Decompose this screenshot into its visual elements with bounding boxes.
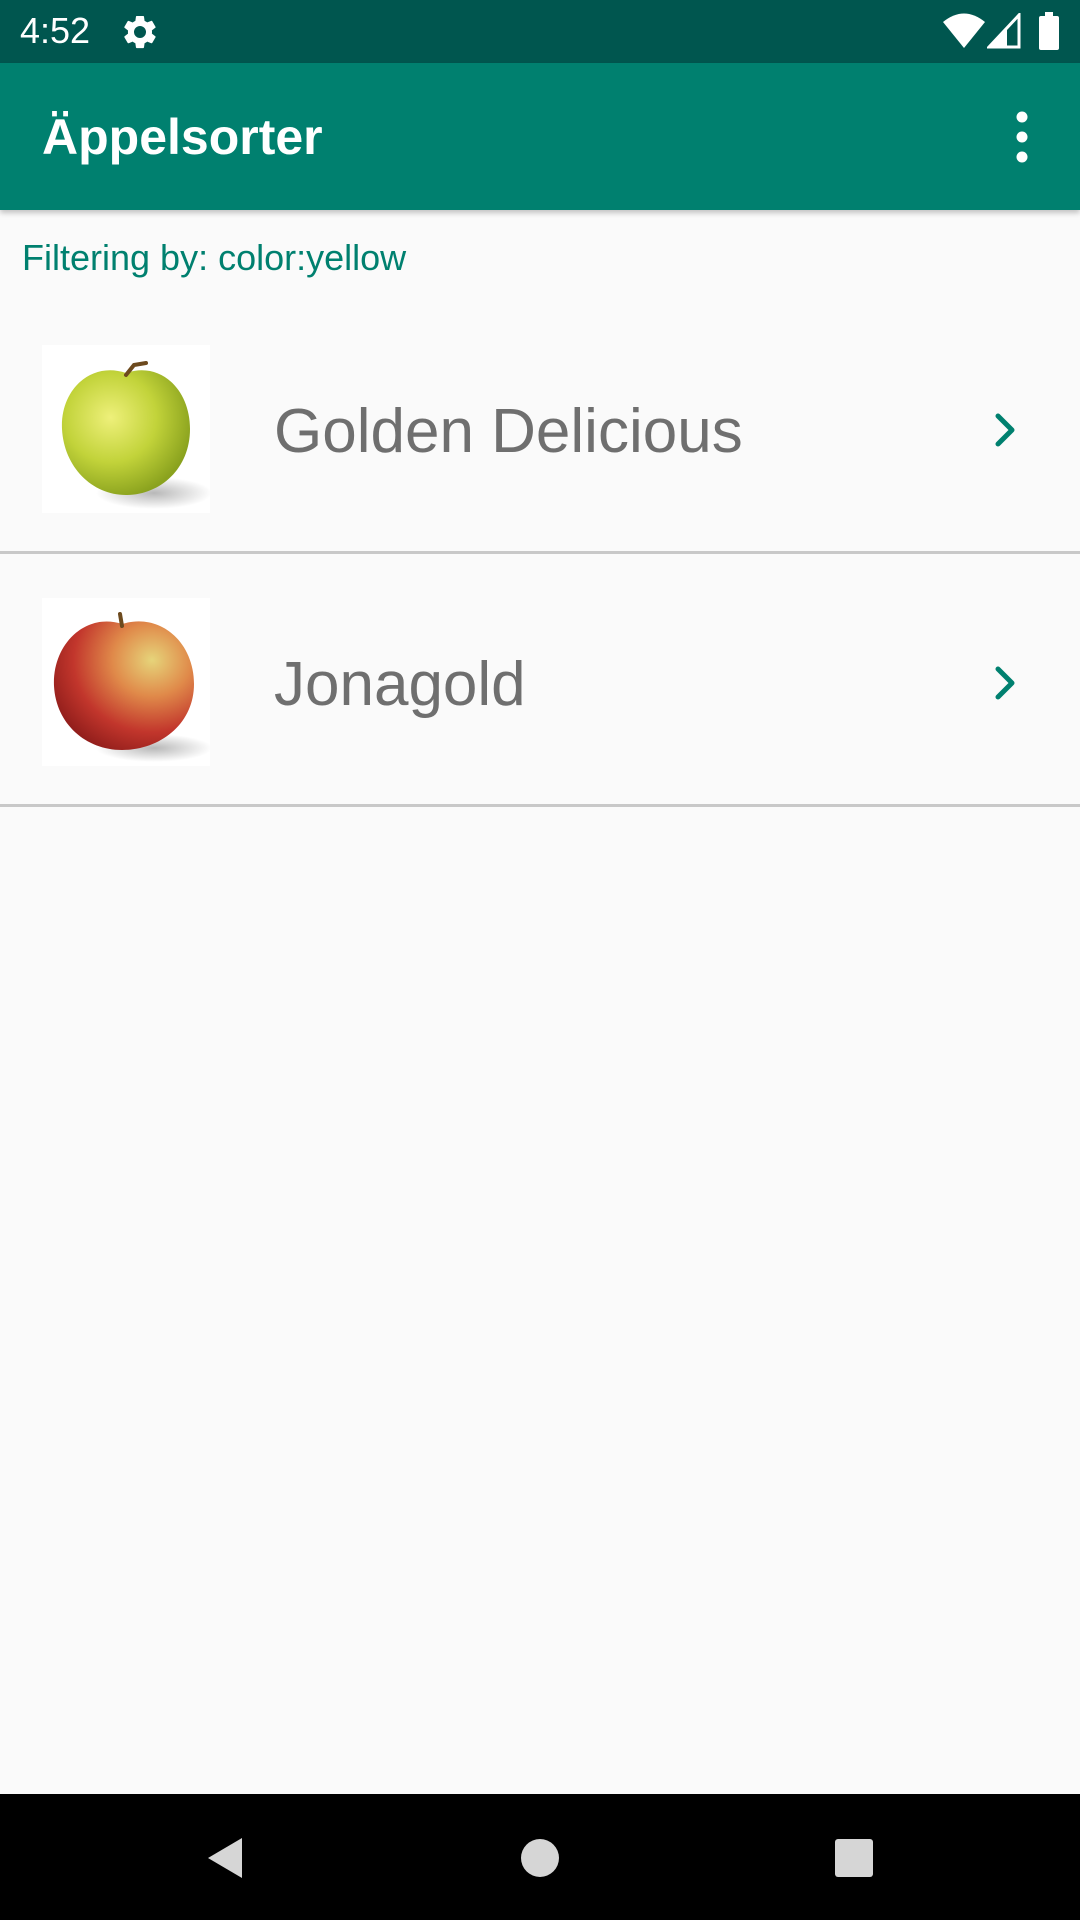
back-icon[interactable] <box>200 1832 252 1884</box>
status-time: 4:52 <box>20 10 91 51</box>
recents-icon[interactable] <box>828 1832 880 1884</box>
red-yellow-apple-image <box>42 598 210 766</box>
app-title: Äppelsorter <box>42 109 323 165</box>
list-item[interactable]: Golden Delicious <box>0 302 1080 554</box>
yellow-green-apple-image <box>42 345 210 513</box>
battery-icon <box>1039 12 1059 50</box>
signal-icon <box>987 13 1021 49</box>
item-label: Jonagold <box>274 650 526 719</box>
item-label: Golden Delicious <box>274 397 743 466</box>
wifi-icon <box>943 13 985 48</box>
home-icon[interactable] <box>514 1832 566 1884</box>
chevron-right-icon <box>995 413 1015 447</box>
filter-label: Filtering by: color:yellow <box>22 237 407 278</box>
chevron-right-icon <box>995 666 1015 700</box>
list-item[interactable]: Jonagold <box>0 555 1080 807</box>
more-vert-icon[interactable] <box>1000 107 1044 167</box>
nav-bar <box>0 1794 1080 1920</box>
app-bar: Äppelsorter <box>0 63 1080 210</box>
status-bar: 4:52 <box>0 0 1080 63</box>
gear-icon <box>124 15 156 49</box>
